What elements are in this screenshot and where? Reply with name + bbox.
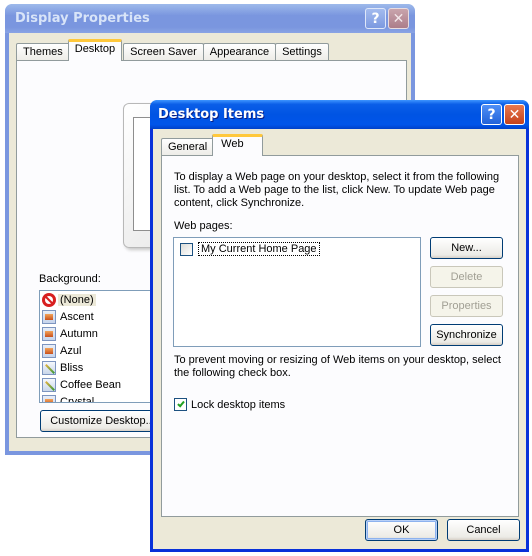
tab-screen-saver[interactable]: Screen Saver [123,43,204,61]
background-item-label: Bliss [60,361,84,374]
tab-label: Desktop [74,43,116,55]
delete-button: Delete [430,266,503,288]
button-label: OK [393,524,410,536]
background-label: Background: [39,273,101,285]
close-icon: ✕ [392,10,405,27]
background-item-label: Azul [60,344,82,357]
tab-label: Themes [23,46,63,58]
close-icon: ✕ [508,106,521,123]
tab-desktop[interactable]: Desktop [67,39,123,61]
background-item-azul[interactable]: Azul [40,342,158,359]
button-label: Properties [441,300,492,312]
web-tab-panel: To display a Web page on your desktop, s… [161,155,519,517]
background-item-label: Autumn [60,327,98,340]
background-item-bliss[interactable]: Bliss [40,359,158,376]
web-page-label: My Current Home Page [198,242,320,256]
background-item-label: Coffee Bean [60,378,121,391]
check-icon [176,399,185,408]
background-item-none[interactable]: (None) [40,291,158,308]
web-pages-label: Web pages: [174,220,233,232]
close-button[interactable]: ✕ [388,8,409,29]
synchronize-button[interactable]: Synchronize [430,324,503,346]
lock-desktop-items-label: Lock desktop items [191,398,286,411]
bitmap-file-icon [42,377,56,392]
tab-label: Appearance [209,46,270,58]
background-item-ascent[interactable]: Ascent [40,308,158,325]
tab-label: Web [221,138,244,150]
desktop-items-dialog: Desktop Items ? ✕ General Web To display… [150,100,529,552]
bitmap-file-icon [42,360,56,375]
tab-label: Screen Saver [130,46,197,58]
dialog-title: Desktop Items [158,107,265,122]
tab-appearance[interactable]: Appearance [202,43,277,61]
background-item-coffee-bean[interactable]: Coffee Bean [40,376,158,393]
web-pages-list[interactable]: My Current Home Page [173,237,421,347]
button-label: Customize Desktop... [50,415,155,427]
help-icon: ? [371,10,380,27]
new-button[interactable]: New... [430,237,503,259]
button-label: New... [451,242,482,254]
window-title: Display Properties [15,11,150,26]
tab-label: Settings [282,46,322,58]
tab-settings[interactable]: Settings [275,43,329,61]
button-label: Cancel [466,524,501,536]
lock-desktop-items-checkbox[interactable] [174,398,187,411]
none-icon [42,292,56,307]
tab-label: General [168,141,208,153]
display-properties-tabs: Themes Desktop Screen Saver Appearance S… [16,39,329,61]
help-button[interactable]: ? [365,8,386,29]
image-file-icon [42,326,56,341]
customize-desktop-button[interactable]: Customize Desktop... [40,410,165,432]
tab-web[interactable]: Web [212,134,263,156]
tab-general[interactable]: General [161,138,215,156]
background-item-crystal[interactable]: Crystal [40,393,158,403]
ok-button[interactable]: OK [365,519,438,541]
button-label: Delete [450,271,483,283]
tab-themes[interactable]: Themes [16,43,70,61]
lock-desktop-items-row[interactable]: Lock desktop items [174,398,285,411]
background-item-label: Crystal [60,395,95,403]
lock-description: To prevent moving or resizing of Web ite… [174,354,501,379]
button-label: Synchronize [436,329,497,341]
help-button[interactable]: ? [481,104,502,125]
help-icon: ? [487,106,496,123]
intro-text: To display a Web page on your desktop, s… [174,171,500,209]
desktop-items-title-bar[interactable]: Desktop Items ? ✕ [150,100,529,129]
web-page-item[interactable]: My Current Home Page [180,242,320,256]
background-item-label: Ascent [60,310,94,323]
desktop-items-body: General Web To display a Web page on you… [153,129,526,549]
display-properties-title-bar[interactable]: Display Properties ? ✕ [5,4,415,33]
cancel-button[interactable]: Cancel [447,519,520,541]
image-file-icon [42,394,56,402]
web-page-checkbox[interactable] [180,242,193,256]
background-item-autumn[interactable]: Autumn [40,325,158,342]
background-list[interactable]: (None) Ascent Autumn Azul Bliss Coffee B… [39,290,159,403]
background-item-label: (None) [58,293,96,306]
image-file-icon [42,309,56,324]
image-file-icon [42,343,56,358]
properties-button: Properties [430,295,503,317]
desktop-items-tabs: General Web [161,134,264,156]
close-button[interactable]: ✕ [504,104,525,125]
